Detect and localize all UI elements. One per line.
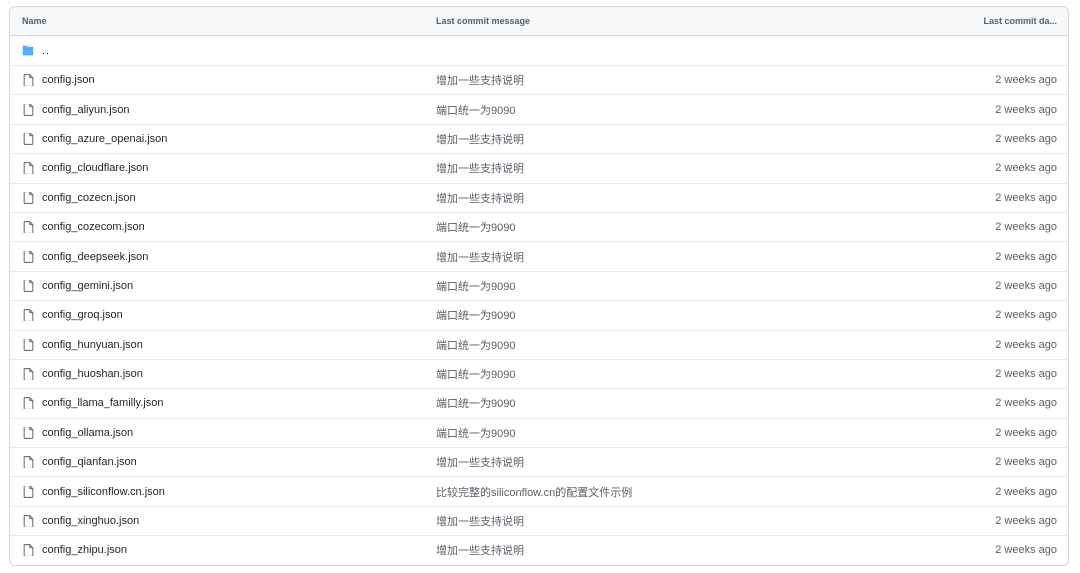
commit-message-link[interactable]: 增加一些支持说明 — [436, 513, 948, 529]
table-row[interactable]: config_siliconflow.cn.json 比较完整的siliconfl… — [10, 476, 1068, 505]
table-row[interactable]: config_huoshan.json 端口统一为9090 2 weeks ago — [10, 358, 1068, 388]
commit-date: 2 weeks ago — [995, 221, 1057, 234]
file-icon — [22, 309, 34, 322]
file-icon — [22, 221, 34, 234]
table-row[interactable]: config_qianfan.json 增加一些支持说明 2 weeks ago — [10, 447, 1068, 476]
table-row[interactable]: config_zhipu.json 增加一些支持说明 2 weeks ago — [10, 535, 1068, 564]
commit-date: 2 weeks ago — [995, 191, 1057, 204]
commit-date: 2 weeks ago — [995, 426, 1057, 439]
commit-message-link[interactable]: 增加一些支持说明 — [436, 160, 948, 176]
file-icon — [22, 132, 34, 145]
commit-message-link[interactable]: 端口统一为9090 — [436, 395, 948, 411]
file-name-link[interactable]: config_qianfan.json — [42, 456, 137, 468]
file-icon — [22, 74, 34, 87]
commit-message-link[interactable]: 比较完整的siliconflow.cn的配置文件示例 — [436, 484, 948, 500]
table-row[interactable]: config_cloudflare.json 增加一些支持说明 2 weeks ag… — [10, 153, 1068, 182]
table-row[interactable]: config_cozecom.json 端口统一为9090 2 weeks ago — [10, 211, 1068, 241]
file-name-link[interactable]: config_aliyun.json — [42, 104, 129, 116]
commit-date: 2 weeks ago — [995, 338, 1057, 351]
file-icon — [22, 250, 34, 263]
commit-message-link[interactable]: 端口统一为9090 — [436, 425, 948, 441]
commit-date: 2 weeks ago — [995, 368, 1057, 381]
commit-message-link[interactable]: 端口统一为9090 — [436, 219, 948, 235]
commit-message-link[interactable]: 端口统一为9090 — [436, 278, 948, 294]
commit-message-link[interactable]: 增加一些支持说明 — [436, 131, 948, 147]
commit-date: 2 weeks ago — [995, 485, 1057, 498]
file-name-link[interactable]: config_siliconflow.cn.json — [42, 486, 165, 498]
table-row[interactable]: config_gemini.json 端口统一为9090 2 weeks ago — [10, 270, 1068, 300]
file-name-link[interactable]: config_gemini.json — [42, 280, 133, 292]
table-row[interactable]: config_hunyuan.json 端口统一为9090 2 weeks ago — [10, 329, 1068, 359]
commit-date: 2 weeks ago — [995, 132, 1057, 145]
header-name: Name — [22, 16, 47, 26]
commit-message-link[interactable]: 增加一些支持说明 — [436, 72, 948, 88]
table-row[interactable]: config.json 增加一些支持说明 2 weeks ago — [10, 65, 1068, 94]
file-name-link[interactable]: config_llama_familly.json — [42, 397, 163, 409]
file-icon — [22, 515, 34, 528]
file-icon — [22, 279, 34, 292]
header-commit-date: Last commit da... — [983, 16, 1057, 26]
commit-message-link[interactable]: 增加一些支持说明 — [436, 190, 948, 206]
header-commit-message: Last commit message — [436, 16, 531, 26]
file-name-link[interactable]: config_cloudflare.json — [42, 162, 148, 174]
file-name-link[interactable]: config.json — [42, 74, 95, 86]
file-name-link[interactable]: config_deepseek.json — [42, 251, 148, 263]
file-name-link[interactable]: config_groq.json — [42, 309, 123, 321]
table-row[interactable]: config_aliyun.json 端口统一为9090 2 weeks ago — [10, 94, 1068, 123]
commit-date: 2 weeks ago — [995, 74, 1057, 87]
commit-message-link[interactable]: 端口统一为9090 — [436, 366, 948, 382]
file-name-link[interactable]: config_azure_openai.json — [42, 133, 167, 145]
file-name-link[interactable]: config_ollama.json — [42, 427, 133, 439]
file-name-link[interactable]: config_zhipu.json — [42, 544, 127, 556]
commit-date: 2 weeks ago — [995, 103, 1057, 116]
commit-date: 2 weeks ago — [995, 515, 1057, 528]
file-name-link[interactable]: config_hunyuan.json — [42, 339, 143, 351]
file-icon — [22, 397, 34, 410]
commit-date: 2 weeks ago — [995, 456, 1057, 469]
commit-message-link[interactable]: 增加一些支持说明 — [436, 249, 948, 265]
file-icon — [22, 426, 34, 439]
commit-message-link[interactable]: 增加一些支持说明 — [436, 542, 948, 558]
file-icon — [22, 456, 34, 469]
file-icon — [22, 191, 34, 204]
file-list: config.json 增加一些支持说明 2 weeks ago config_ali… — [10, 65, 1068, 565]
file-icon — [22, 103, 34, 116]
file-name-link[interactable]: config_xinghuo.json — [42, 515, 139, 527]
table-row[interactable]: config_llama_familly.json 端口统一为9090 2 week… — [10, 388, 1068, 417]
file-icon — [22, 544, 34, 557]
file-table: Name Last commit message Last commit da.… — [9, 6, 1069, 566]
parent-directory-row[interactable]: .. — [10, 36, 1068, 65]
commit-message-link[interactable]: 端口统一为9090 — [436, 307, 948, 323]
file-name-link[interactable]: config_huoshan.json — [42, 368, 143, 380]
table-row[interactable]: config_cozecn.json 增加一些支持说明 2 weeks ago — [10, 182, 1068, 212]
commit-message-link[interactable]: 增加一些支持说明 — [436, 454, 948, 470]
file-icon — [22, 162, 34, 175]
table-row[interactable]: config_ollama.json 端口统一为9090 2 weeks ago — [10, 417, 1068, 447]
commit-date: 2 weeks ago — [995, 250, 1057, 263]
commit-date: 2 weeks ago — [995, 544, 1057, 557]
file-icon — [22, 485, 34, 498]
table-row[interactable]: config_groq.json 端口统一为9090 2 weeks ago — [10, 300, 1068, 329]
commit-date: 2 weeks ago — [995, 309, 1057, 322]
commit-date: 2 weeks ago — [995, 397, 1057, 410]
commit-message-link[interactable]: 端口统一为9090 — [436, 102, 948, 118]
file-name-link[interactable]: config_cozecn.json — [42, 192, 136, 204]
table-row[interactable]: config_deepseek.json 增加一些支持说明 2 weeks ago — [10, 241, 1068, 270]
commit-date: 2 weeks ago — [995, 162, 1057, 175]
table-row[interactable]: config_xinghuo.json 增加一些支持说明 2 weeks ago — [10, 505, 1068, 535]
commit-date: 2 weeks ago — [995, 279, 1057, 292]
commit-message-link[interactable]: 端口统一为9090 — [436, 337, 948, 353]
table-row[interactable]: config_azure_openai.json 增加一些支持说明 2 weeks … — [10, 123, 1068, 153]
parent-directory-link[interactable]: .. — [42, 45, 50, 57]
file-icon — [22, 338, 34, 351]
folder-icon — [22, 45, 34, 57]
file-icon — [22, 368, 34, 381]
file-name-link[interactable]: config_cozecom.json — [42, 221, 145, 233]
table-header: Name Last commit message Last commit da.… — [10, 7, 1068, 36]
